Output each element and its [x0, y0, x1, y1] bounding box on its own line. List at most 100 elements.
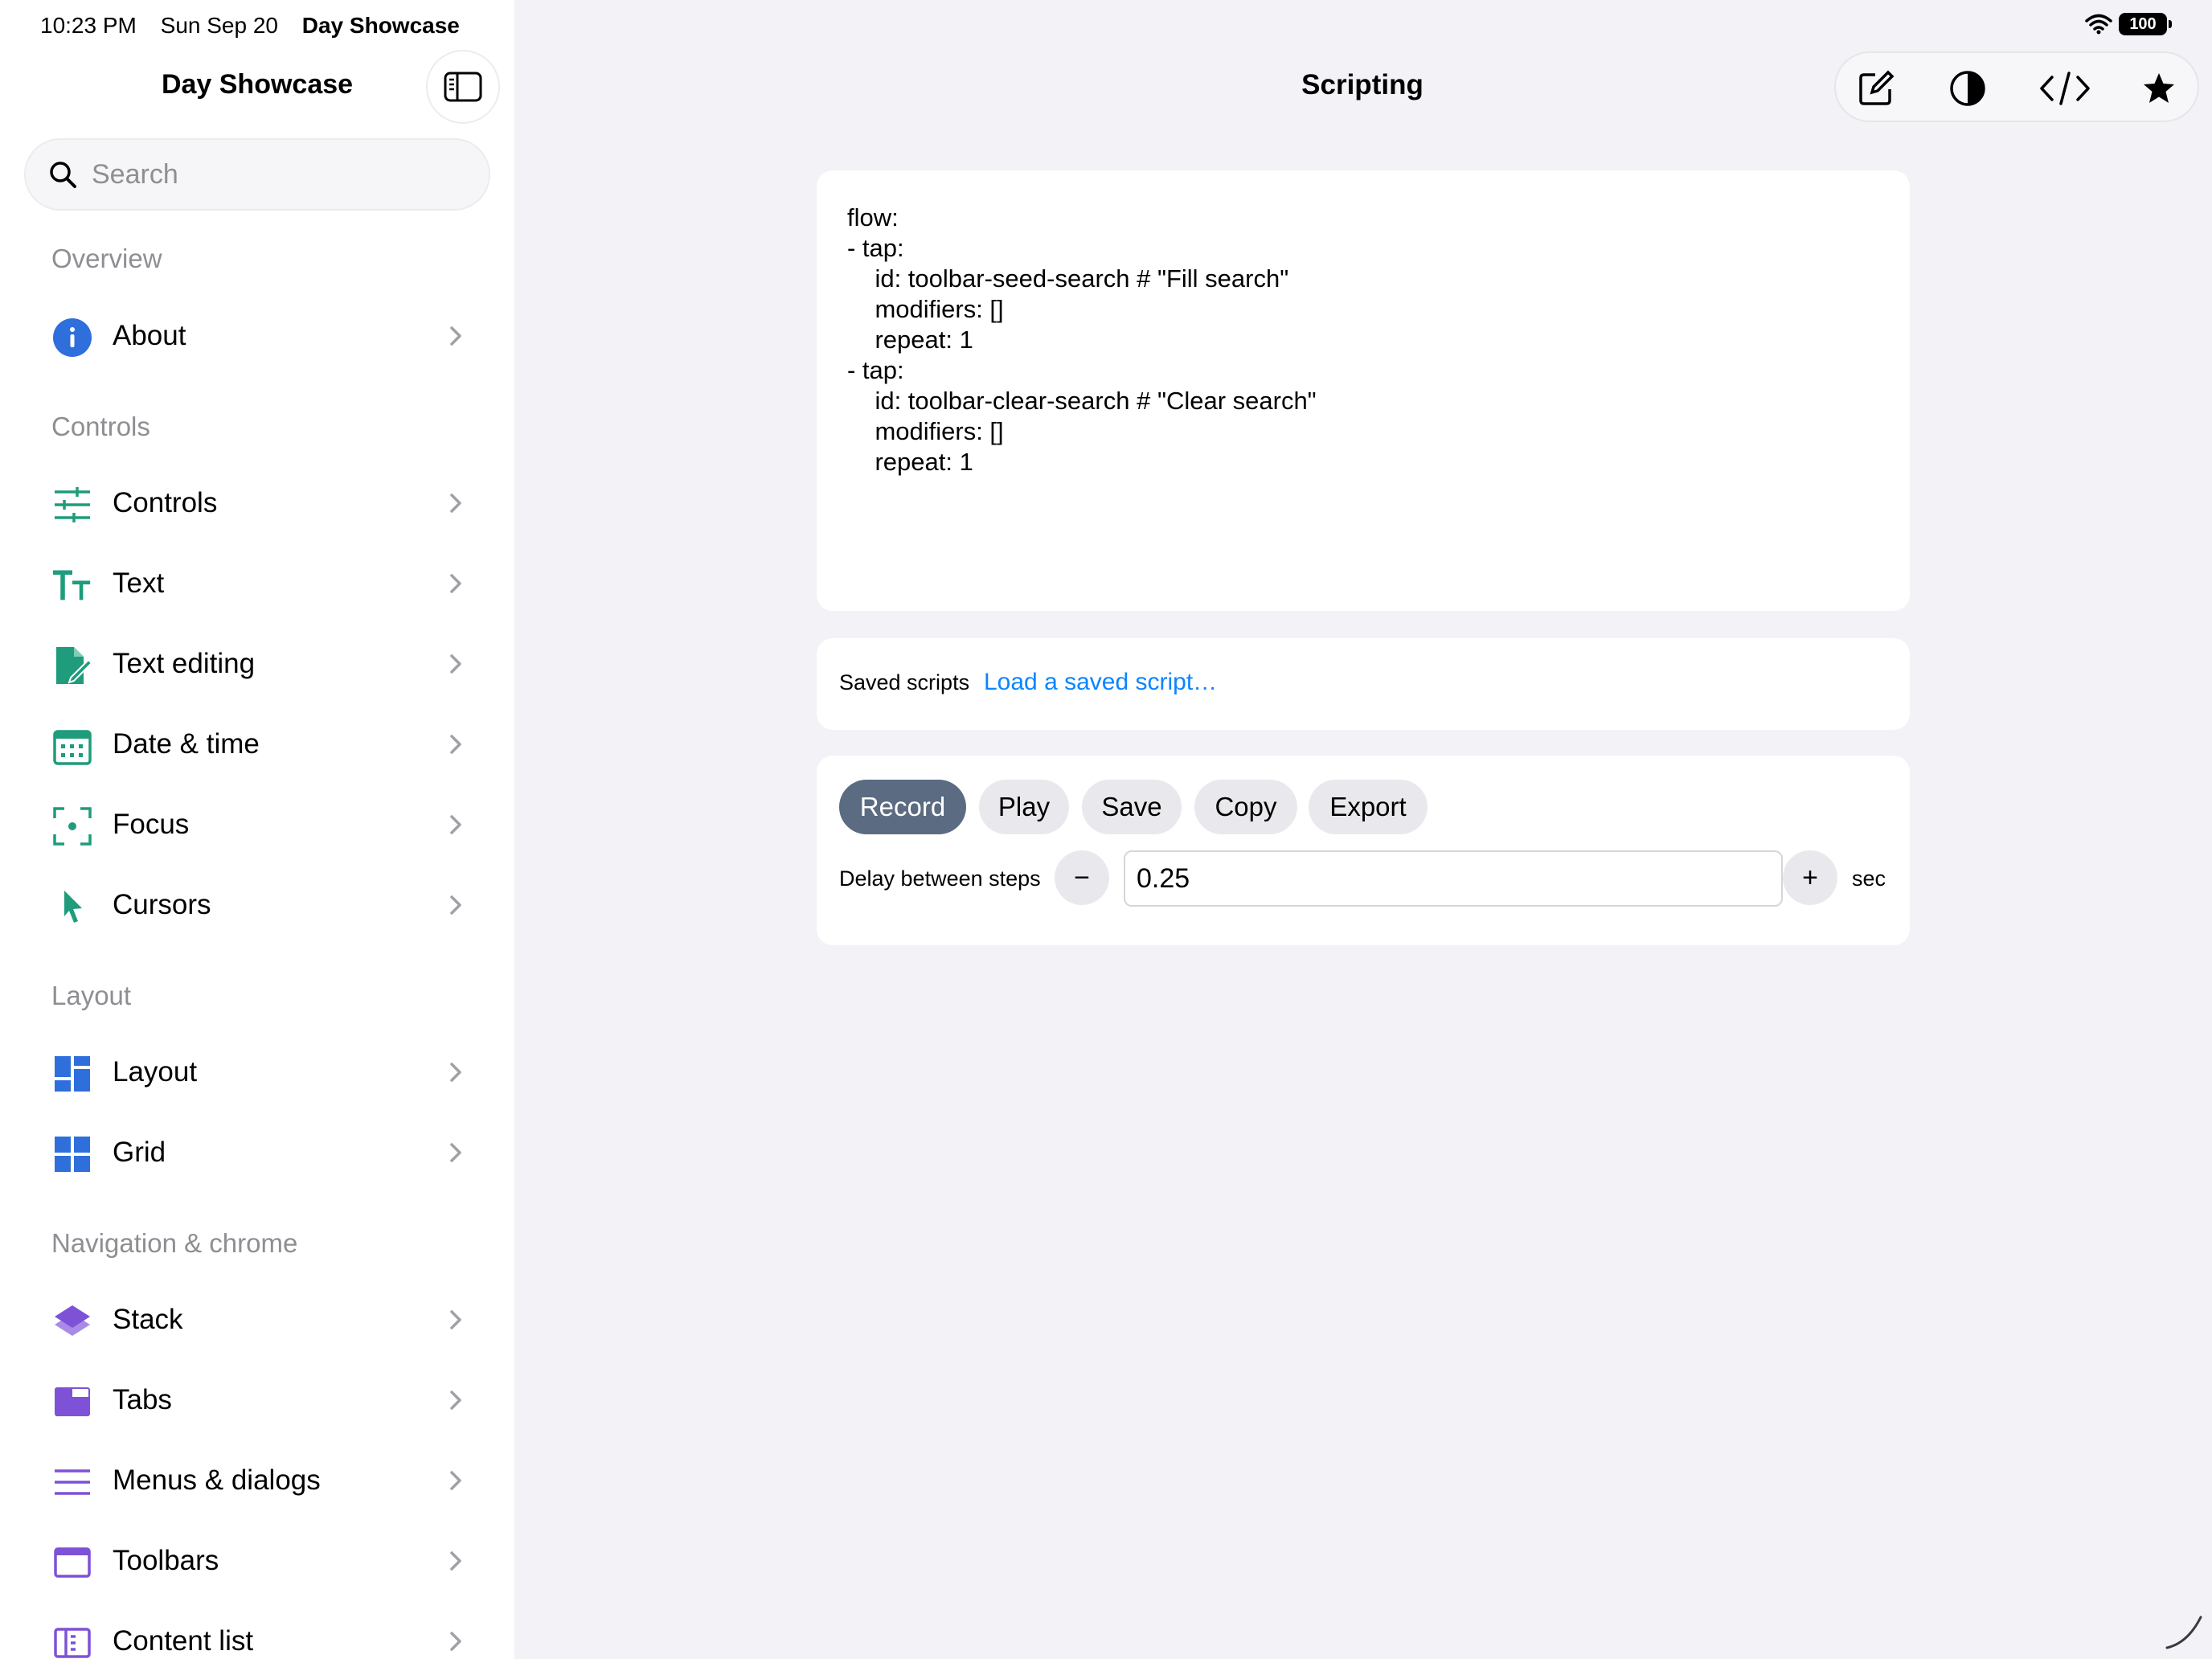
focus-viewfinder-icon	[53, 807, 92, 846]
load-saved-script-link[interactable]: Load a saved script…	[984, 669, 1217, 696]
sidebar-item-toolbars[interactable]: Toolbars	[24, 1524, 490, 1598]
chevron-right-icon	[450, 1391, 461, 1410]
sidebar-item-label: Content list	[113, 1625, 254, 1657]
info-circle-icon	[53, 318, 92, 357]
search-field[interactable]	[24, 138, 490, 211]
sidebar-item-date-time[interactable]: Date & time	[24, 707, 490, 781]
decrement-delay-button[interactable]: −	[1055, 850, 1109, 905]
sidebar: 10:23 PM Sun Sep 20 Day Showcase Day Sho…	[0, 0, 514, 1659]
recorder-controls-card: Record Play Save Copy Export Delay betwe…	[817, 756, 1910, 945]
save-button[interactable]: Save	[1082, 780, 1182, 834]
toolbar-window-icon	[53, 1543, 92, 1582]
status-bar-right: 100	[2085, 13, 2172, 35]
text-size-icon	[53, 566, 92, 604]
play-button[interactable]: Play	[979, 780, 1069, 834]
section-header-controls: Controls	[51, 412, 150, 441]
sidebar-item-label: Toolbars	[113, 1545, 219, 1576]
sidebar-item-controls[interactable]: Controls	[24, 466, 490, 540]
chevron-right-icon	[450, 895, 461, 915]
grid-icon	[53, 1135, 92, 1174]
cursor-arrow-icon	[53, 887, 92, 926]
search-icon	[50, 162, 76, 188]
status-time: 10:23 PM	[40, 13, 137, 38]
sidebar-item-label: Tabs	[113, 1384, 172, 1415]
chevron-right-icon	[450, 735, 461, 754]
chevron-right-icon	[450, 1143, 461, 1162]
search-input[interactable]	[92, 158, 461, 190]
increment-delay-button[interactable]: +	[1783, 850, 1837, 905]
chevron-right-icon	[450, 1551, 461, 1571]
sidebar-item-label: Cursors	[113, 889, 211, 920]
sidebar-item-text[interactable]: Text	[24, 547, 490, 621]
saved-scripts-label: Saved scripts	[839, 670, 970, 694]
delay-input[interactable]	[1124, 850, 1783, 907]
status-bar-left: 10:23 PM Sun Sep 20 Day Showcase	[40, 13, 460, 39]
sidebar-item-label: Date & time	[113, 728, 260, 760]
copy-button[interactable]: Copy	[1194, 780, 1297, 834]
sidebar-item-grid[interactable]: Grid	[24, 1116, 490, 1190]
status-app-name: Day Showcase	[301, 13, 460, 38]
compose-icon	[1859, 70, 1895, 105]
sidebar-item-label: Focus	[113, 809, 190, 840]
export-button[interactable]: Export	[1309, 780, 1428, 834]
sliders-icon	[53, 485, 92, 524]
sidebar-toggle-button[interactable]	[426, 50, 500, 124]
document-edit-icon	[53, 646, 92, 685]
sidebar-item-content-list[interactable]: Content list	[24, 1604, 490, 1659]
wifi-icon	[2085, 14, 2112, 35]
sidebar-item-text-editing[interactable]: Text editing	[24, 627, 490, 701]
status-date: Sun Sep 20	[160, 13, 278, 38]
battery-indicator: 100	[2119, 13, 2172, 35]
compose-button[interactable]	[1854, 66, 1899, 111]
tabs-icon	[53, 1382, 92, 1421]
layers-stack-icon	[53, 1302, 92, 1341]
sidebar-item-tabs[interactable]: Tabs	[24, 1363, 490, 1437]
code-button[interactable]	[2038, 66, 2091, 111]
contrast-icon	[1950, 71, 1985, 106]
code-icon	[2040, 72, 2090, 105]
chevron-right-icon	[450, 1310, 461, 1329]
calendar-icon	[53, 727, 92, 765]
section-header-layout: Layout	[51, 981, 132, 1010]
sidebar-item-label: Text editing	[113, 648, 256, 679]
chevron-right-icon	[450, 326, 461, 346]
chevron-right-icon	[450, 1471, 461, 1490]
chevron-right-icon	[450, 1063, 461, 1082]
sidebar-item-about[interactable]: About	[24, 299, 490, 373]
section-header-overview: Overview	[51, 244, 162, 273]
sidebar-item-label: Stack	[113, 1304, 183, 1335]
sidebar-item-cursors[interactable]: Cursors	[24, 868, 490, 942]
sidebar-toggle-icon	[444, 72, 482, 102]
page-title: Scripting	[1301, 69, 1423, 100]
sidebar-item-label: Controls	[113, 487, 218, 518]
sidebar-item-label: Text	[113, 567, 165, 599]
chevron-right-icon	[450, 815, 461, 834]
sidebar-item-menus-dialogs[interactable]: Menus & dialogs	[24, 1444, 490, 1518]
sidebar-item-label: Menus & dialogs	[113, 1464, 321, 1496]
chevron-right-icon	[450, 494, 461, 513]
sidebar-item-label: Layout	[113, 1056, 198, 1088]
record-button[interactable]: Record	[839, 780, 966, 834]
sidebar-item-label: Grid	[113, 1137, 166, 1168]
contrast-button[interactable]	[1945, 66, 1990, 111]
resize-handle-icon[interactable]	[2164, 1611, 2204, 1651]
delay-unit-label: sec	[1852, 866, 1886, 891]
content-list-icon	[53, 1624, 92, 1659]
delay-label: Delay between steps	[839, 866, 1041, 891]
chevron-right-icon	[450, 1632, 461, 1651]
star-icon	[2144, 73, 2174, 103]
menu-lines-icon	[53, 1463, 92, 1501]
sidebar-item-label: About	[113, 320, 186, 351]
script-text[interactable]: flow: - tap: id: toolbar-seed-search # "…	[847, 203, 1317, 477]
layout-grid-icon	[53, 1055, 92, 1093]
section-header-navigation-chrome: Navigation & chrome	[51, 1228, 298, 1258]
script-editor[interactable]: flow: - tap: id: toolbar-seed-search # "…	[817, 170, 1910, 611]
chevron-right-icon	[450, 574, 461, 593]
sidebar-item-focus[interactable]: Focus	[24, 788, 490, 862]
saved-scripts-card: Saved scripts Load a saved script…	[817, 638, 1910, 730]
favorite-button[interactable]	[2136, 66, 2181, 111]
chevron-right-icon	[450, 654, 461, 674]
sidebar-item-stack[interactable]: Stack	[24, 1283, 490, 1357]
main-toolbar	[1834, 51, 2199, 122]
sidebar-item-layout[interactable]: Layout	[24, 1035, 490, 1109]
